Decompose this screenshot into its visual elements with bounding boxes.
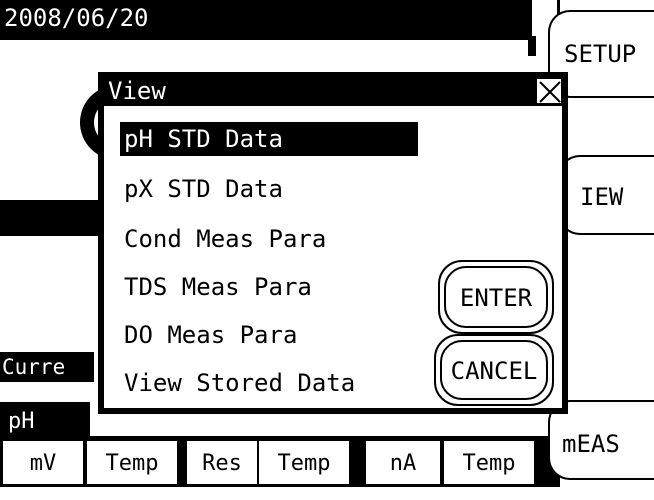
cell-temp-2: Temp (259, 441, 349, 484)
menu-item-ph-std-data[interactable]: pH STD Data (124, 122, 283, 156)
date-bar-tick (528, 36, 536, 56)
menu-item-do-meas-para[interactable]: DO Meas Para (124, 318, 297, 352)
cell-na: nA (366, 441, 440, 484)
menu-item-view-stored-data[interactable]: View Stored Data (124, 366, 355, 400)
cell-mv: mV (3, 441, 83, 484)
menu-item-px-std-data[interactable]: pX STD Data (124, 172, 283, 206)
cell-temp-1: Temp (87, 441, 177, 484)
date-bar: 2008/06/20 (0, 0, 532, 40)
date-label: 2008/06/20 (4, 4, 149, 32)
enter-button[interactable]: ENTER (444, 266, 548, 328)
cell-res: Res (187, 441, 257, 484)
cancel-button[interactable]: CANCEL (440, 340, 548, 400)
view-button[interactable]: IEW (558, 155, 654, 235)
bottom-stripe (0, 484, 560, 500)
menu-item-tds-meas-para[interactable]: TDS Meas Para (124, 270, 312, 304)
reading-bar (0, 200, 98, 236)
dialog-title: View (108, 77, 166, 105)
menu-item-cond-meas-para[interactable]: Cond Meas Para (124, 222, 326, 256)
ph-tab[interactable]: pH (0, 402, 90, 436)
cell-temp-3: Temp (444, 441, 534, 484)
close-icon[interactable] (536, 78, 562, 104)
current-label: Curre (0, 352, 94, 382)
